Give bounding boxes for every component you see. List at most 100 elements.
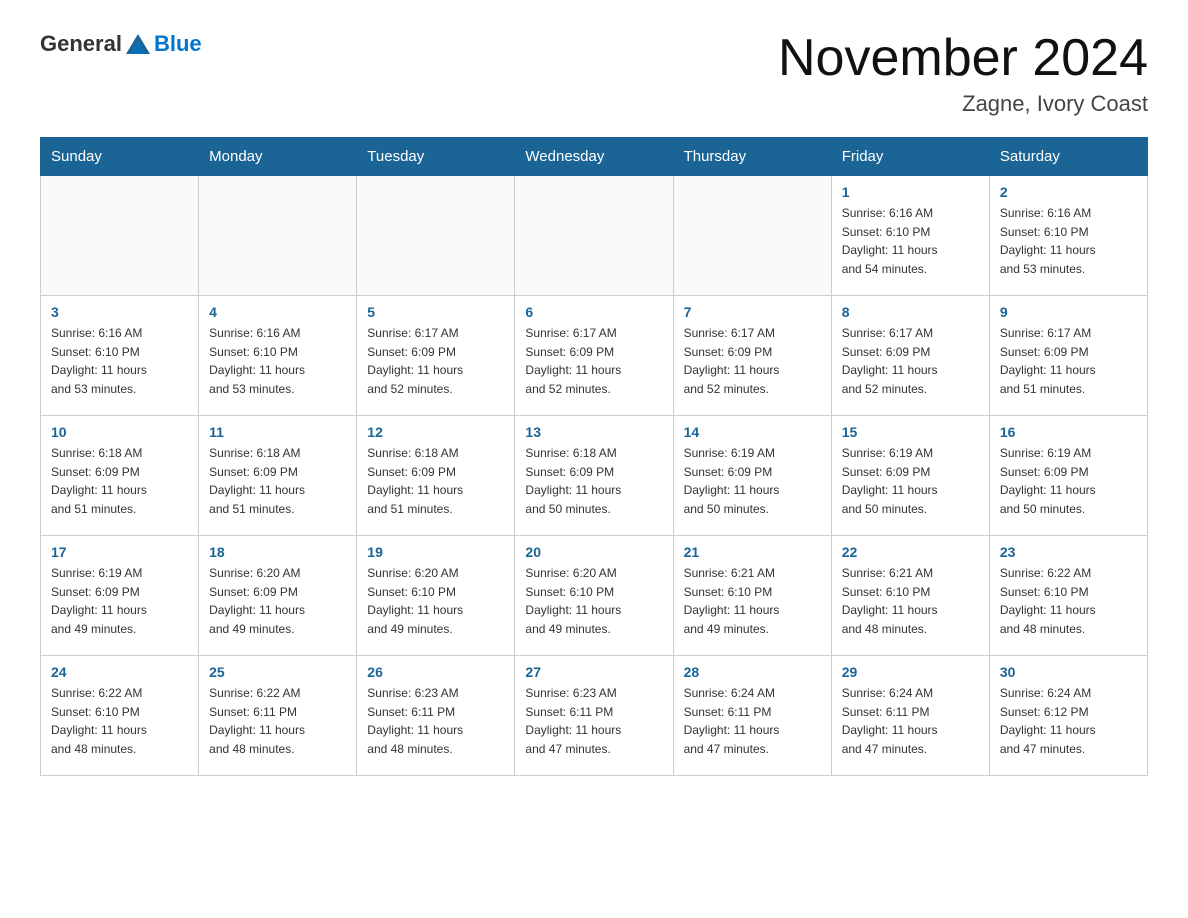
day-number: 16	[1000, 424, 1137, 440]
calendar-cell: 27 Sunrise: 6:23 AM Sunset: 6:11 PM Dayli…	[515, 656, 673, 776]
day-number: 7	[684, 304, 821, 320]
day-number: 28	[684, 664, 821, 680]
calendar-week-row: 24Sunrise: 6:22 AM Sunset: 6:10 PM Dayli…	[41, 656, 1148, 776]
logo: General Blue	[40, 30, 202, 58]
weekday-header-monday: Monday	[199, 138, 357, 176]
day-info: Sunrise: 6:20 AM Sunset: 6:10 PM Dayligh…	[367, 564, 504, 638]
title-section: November 2024 Zagne, Ivory Coast	[778, 30, 1148, 117]
day-info: Sunrise: 6:16 AM Sunset: 6:10 PM Dayligh…	[51, 324, 188, 398]
calendar-cell	[41, 176, 199, 296]
day-number: 17	[51, 544, 188, 560]
day-number: 8	[842, 304, 979, 320]
calendar-cell: 11Sunrise: 6:18 AM Sunset: 6:09 PM Dayli…	[199, 416, 357, 536]
logo-general-text: General	[40, 31, 122, 57]
day-number: 22	[842, 544, 979, 560]
day-info: Sunrise: 6:18 AM Sunset: 6:09 PM Dayligh…	[525, 444, 662, 518]
calendar-week-row: 17 Sunrise: 6:19 AM Sunset: 6:09 PM Dayli…	[41, 536, 1148, 656]
page-header: General Blue November 2024 Zagne, Ivory …	[40, 30, 1148, 117]
day-info: Sunrise: 6:16 AM Sunset: 6:10 PM Dayligh…	[1000, 204, 1137, 278]
calendar-cell	[199, 176, 357, 296]
day-info: Sunrise: 6:16 AM Sunset: 6:10 PM Dayligh…	[209, 324, 346, 398]
day-info: Sunrise: 6:17 AM Sunset: 6:09 PM Dayligh…	[525, 324, 662, 398]
weekday-header-sunday: Sunday	[41, 138, 199, 176]
day-info: Sunrise: 6:17 AM Sunset: 6:09 PM Dayligh…	[684, 324, 821, 398]
day-number: 25	[209, 664, 346, 680]
calendar-cell: 23 Sunrise: 6:22 AM Sunset: 6:10 PM Dayli…	[989, 536, 1147, 656]
day-number: 1	[842, 184, 979, 200]
day-info: Sunrise: 6:23 AM Sunset: 6:11 PM Dayligh…	[367, 684, 504, 758]
day-info: Sunrise: 6:17 AM Sunset: 6:09 PM Dayligh…	[1000, 324, 1137, 398]
logo-blue-text: Blue	[154, 31, 202, 57]
day-number: 10	[51, 424, 188, 440]
calendar-cell: 24Sunrise: 6:22 AM Sunset: 6:10 PM Dayli…	[41, 656, 199, 776]
day-number: 2	[1000, 184, 1137, 200]
calendar-cell: 29Sunrise: 6:24 AM Sunset: 6:11 PM Dayli…	[831, 656, 989, 776]
day-number: 13	[525, 424, 662, 440]
calendar-cell: 10 Sunrise: 6:18 AM Sunset: 6:09 PM Dayli…	[41, 416, 199, 536]
calendar-cell: 15 Sunrise: 6:19 AM Sunset: 6:09 PM Dayli…	[831, 416, 989, 536]
day-info: Sunrise: 6:19 AM Sunset: 6:09 PM Dayligh…	[684, 444, 821, 518]
calendar-week-row: 10 Sunrise: 6:18 AM Sunset: 6:09 PM Dayli…	[41, 416, 1148, 536]
calendar-cell: 9 Sunrise: 6:17 AM Sunset: 6:09 PM Daylig…	[989, 296, 1147, 416]
day-info: Sunrise: 6:22 AM Sunset: 6:11 PM Dayligh…	[209, 684, 346, 758]
calendar-cell: 19Sunrise: 6:20 AM Sunset: 6:10 PM Dayli…	[357, 536, 515, 656]
day-number: 15	[842, 424, 979, 440]
logo-icon	[124, 30, 152, 58]
calendar-cell: 5Sunrise: 6:17 AM Sunset: 6:09 PM Daylig…	[357, 296, 515, 416]
weekday-header-friday: Friday	[831, 138, 989, 176]
day-number: 23	[1000, 544, 1137, 560]
day-number: 9	[1000, 304, 1137, 320]
calendar-cell: 4Sunrise: 6:16 AM Sunset: 6:10 PM Daylig…	[199, 296, 357, 416]
weekday-header-wednesday: Wednesday	[515, 138, 673, 176]
calendar-cell	[357, 176, 515, 296]
day-number: 30	[1000, 664, 1137, 680]
day-info: Sunrise: 6:24 AM Sunset: 6:12 PM Dayligh…	[1000, 684, 1137, 758]
calendar-cell: 13 Sunrise: 6:18 AM Sunset: 6:09 PM Dayli…	[515, 416, 673, 536]
calendar-cell: 8 Sunrise: 6:17 AM Sunset: 6:09 PM Daylig…	[831, 296, 989, 416]
calendar-cell: 28 Sunrise: 6:24 AM Sunset: 6:11 PM Dayli…	[673, 656, 831, 776]
day-info: Sunrise: 6:17 AM Sunset: 6:09 PM Dayligh…	[842, 324, 979, 398]
calendar-cell	[515, 176, 673, 296]
day-info: Sunrise: 6:23 AM Sunset: 6:11 PM Dayligh…	[525, 684, 662, 758]
day-info: Sunrise: 6:19 AM Sunset: 6:09 PM Dayligh…	[1000, 444, 1137, 518]
day-number: 18	[209, 544, 346, 560]
day-info: Sunrise: 6:24 AM Sunset: 6:11 PM Dayligh…	[842, 684, 979, 758]
calendar-table: SundayMondayTuesdayWednesdayThursdayFrid…	[40, 137, 1148, 776]
weekday-header-thursday: Thursday	[673, 138, 831, 176]
calendar-cell: 18 Sunrise: 6:20 AM Sunset: 6:09 PM Dayli…	[199, 536, 357, 656]
day-number: 14	[684, 424, 821, 440]
calendar-cell: 16 Sunrise: 6:19 AM Sunset: 6:09 PM Dayli…	[989, 416, 1147, 536]
calendar-cell: 7 Sunrise: 6:17 AM Sunset: 6:09 PM Daylig…	[673, 296, 831, 416]
calendar-cell: 14 Sunrise: 6:19 AM Sunset: 6:09 PM Dayli…	[673, 416, 831, 536]
calendar-cell: 22 Sunrise: 6:21 AM Sunset: 6:10 PM Dayli…	[831, 536, 989, 656]
calendar-cell: 25 Sunrise: 6:22 AM Sunset: 6:11 PM Dayli…	[199, 656, 357, 776]
day-info: Sunrise: 6:19 AM Sunset: 6:09 PM Dayligh…	[51, 564, 188, 638]
day-number: 6	[525, 304, 662, 320]
day-info: Sunrise: 6:18 AM Sunset: 6:09 PM Dayligh…	[51, 444, 188, 518]
location-subtitle: Zagne, Ivory Coast	[778, 91, 1148, 117]
calendar-cell: 26Sunrise: 6:23 AM Sunset: 6:11 PM Dayli…	[357, 656, 515, 776]
day-info: Sunrise: 6:24 AM Sunset: 6:11 PM Dayligh…	[684, 684, 821, 758]
day-number: 21	[684, 544, 821, 560]
day-number: 3	[51, 304, 188, 320]
calendar-cell: 17 Sunrise: 6:19 AM Sunset: 6:09 PM Dayli…	[41, 536, 199, 656]
day-info: Sunrise: 6:21 AM Sunset: 6:10 PM Dayligh…	[842, 564, 979, 638]
month-year-title: November 2024	[778, 30, 1148, 87]
day-info: Sunrise: 6:20 AM Sunset: 6:09 PM Dayligh…	[209, 564, 346, 638]
calendar-cell: 20Sunrise: 6:20 AM Sunset: 6:10 PM Dayli…	[515, 536, 673, 656]
calendar-cell: 3 Sunrise: 6:16 AM Sunset: 6:10 PM Daylig…	[41, 296, 199, 416]
day-info: Sunrise: 6:19 AM Sunset: 6:09 PM Dayligh…	[842, 444, 979, 518]
weekday-header-tuesday: Tuesday	[357, 138, 515, 176]
day-number: 12	[367, 424, 504, 440]
day-info: Sunrise: 6:22 AM Sunset: 6:10 PM Dayligh…	[1000, 564, 1137, 638]
calendar-week-row: 1 Sunrise: 6:16 AM Sunset: 6:10 PM Daylig…	[41, 176, 1148, 296]
day-number: 11	[209, 424, 346, 440]
calendar-cell: 12 Sunrise: 6:18 AM Sunset: 6:09 PM Dayli…	[357, 416, 515, 536]
day-number: 27	[525, 664, 662, 680]
calendar-cell: 6 Sunrise: 6:17 AM Sunset: 6:09 PM Daylig…	[515, 296, 673, 416]
day-number: 24	[51, 664, 188, 680]
calendar-cell: 2 Sunrise: 6:16 AM Sunset: 6:10 PM Daylig…	[989, 176, 1147, 296]
day-number: 20	[525, 544, 662, 560]
day-info: Sunrise: 6:18 AM Sunset: 6:09 PM Dayligh…	[367, 444, 504, 518]
calendar-cell	[673, 176, 831, 296]
